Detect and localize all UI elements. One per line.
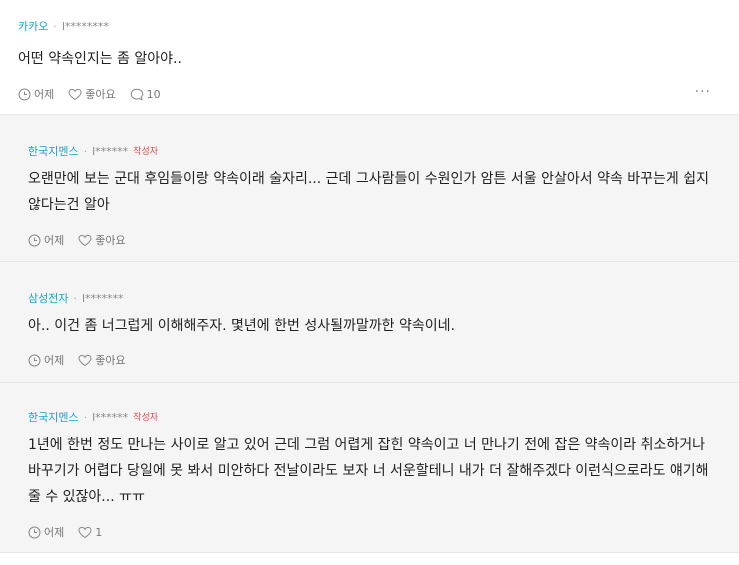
reply-meta: 한국지멘스 · l****** 작성자	[28, 145, 719, 159]
post-time: 어제	[34, 88, 55, 101]
reply-meta: 한국지멘스 · l****** 작성자	[28, 411, 719, 425]
writer-badge: 작성자	[133, 413, 159, 423]
comment-count: 10	[146, 87, 161, 101]
clock-icon	[28, 234, 41, 246]
like-label: 좋아요	[95, 234, 126, 247]
post-content: 어떤 약속인지는 좀 알아야..	[18, 51, 182, 67]
reply-actions: 어제 1	[28, 524, 719, 540]
company-name[interactable]: 한국지멘스	[28, 145, 79, 159]
meta-separator: ·	[73, 292, 77, 305]
clock-icon	[18, 88, 31, 100]
reply-content: 아.. 이건 좀 너그럽게 이해해주자. 몇년에 한번 성사될까말까한 약속이네…	[28, 318, 455, 334]
company-name[interactable]: 한국지멘스	[28, 411, 79, 425]
heart-icon	[78, 354, 92, 366]
author-name: l*******	[81, 292, 124, 305]
clock-icon	[28, 526, 41, 538]
reply-item: 한국지멘스 · l****** 작성자 오랜만에 보는 군대 후임들이랑 약속이…	[0, 115, 739, 262]
post-meta: 카카오 · l********	[18, 20, 739, 34]
like-label: 좋아요	[95, 354, 126, 367]
clock-icon	[28, 354, 41, 366]
heart-icon	[68, 88, 82, 100]
post-actions: 어제 좋아요 10	[18, 86, 739, 102]
author-name: l******	[92, 145, 129, 158]
like-button[interactable]: 좋아요	[78, 232, 126, 248]
time-indicator: 어제	[28, 352, 64, 368]
time-indicator: 어제	[18, 86, 54, 102]
time-indicator: 어제	[28, 524, 64, 540]
reply-content: 오랜만에 보는 군대 후임들이랑 약속이래 술자리... 근데 그사람들이 수원…	[28, 171, 710, 213]
author-name: l********	[61, 20, 109, 33]
reply-time: 어제	[44, 526, 65, 539]
like-button[interactable]: 1	[78, 526, 102, 539]
meta-separator: ·	[83, 411, 88, 424]
author-name: l******	[92, 411, 129, 424]
reply-meta: 삼성전자 · l*******	[28, 292, 719, 306]
meta-separator: ·	[53, 20, 57, 33]
time-indicator: 어제	[28, 232, 64, 248]
like-button[interactable]: 좋아요	[78, 352, 126, 368]
heart-icon	[78, 526, 92, 538]
reply-item: 삼성전자 · l******* 아.. 이건 좀 너그럽게 이해해주자. 몇년에…	[0, 262, 739, 383]
comment-button[interactable]: 10	[130, 88, 161, 101]
company-name[interactable]: 삼성전자	[28, 292, 68, 306]
reply-time: 어제	[44, 234, 65, 247]
writer-badge: 작성자	[133, 147, 159, 157]
like-button[interactable]: 좋아요	[68, 86, 116, 102]
reply-item: 한국지멘스 · l****** 작성자 1년에 한번 정도 만나는 사이로 알고…	[0, 383, 739, 553]
heart-icon	[78, 234, 92, 246]
meta-separator: ·	[83, 145, 88, 158]
main-post: 카카오 · l******** 어떤 약속인지는 좀 알아야.. 어제 좋아요 …	[0, 0, 739, 115]
like-count: 1	[95, 525, 103, 539]
reply-actions: 어제 좋아요	[28, 232, 719, 248]
reply-time: 어제	[44, 354, 65, 367]
reply-content: 1년에 한번 정도 만나는 사이로 알고 있어 근데 그럼 어렵게 잡힌 약속이…	[28, 437, 709, 505]
company-name[interactable]: 카카오	[18, 20, 48, 34]
like-label: 좋아요	[85, 88, 116, 101]
comment-icon	[130, 88, 143, 100]
reply-actions: 어제 좋아요	[28, 352, 719, 368]
more-options-button[interactable]: ···	[695, 84, 711, 100]
